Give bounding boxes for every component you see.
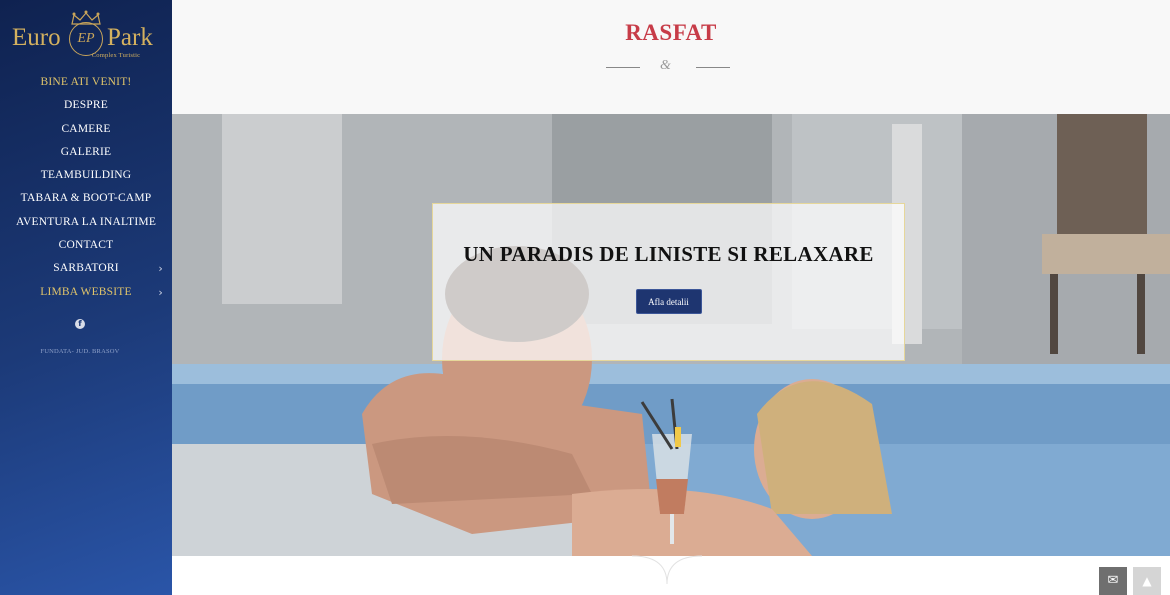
- nav-item-label: CAMERE: [61, 122, 111, 135]
- nav-item-teambuilding[interactable]: TEAMBUILDING: [0, 164, 172, 187]
- nav-item-label: DESPRE: [63, 99, 109, 112]
- nav-item-label: SARBATORI: [53, 262, 119, 275]
- logo-word-euro: Euro: [12, 24, 61, 51]
- chevron-up-icon[interactable]: ▲: [1133, 567, 1161, 595]
- logo-word-park: Park: [107, 24, 153, 51]
- nav-item-label: LIMBA WEBSITE: [40, 285, 132, 298]
- hero-banner: UN PARADIS DE LINISTE SI RELAXARE Afla d…: [172, 114, 1170, 556]
- nav-item-label: AVENTURA LA INALTIME: [15, 215, 157, 228]
- logo-tagline: Complex Turistic: [91, 52, 141, 59]
- nav-item-aventura-la-inaltime[interactable]: AVENTURA LA INALTIME: [0, 211, 172, 234]
- afla-detalii-button[interactable]: Afla detalii: [635, 289, 702, 314]
- nav-item-label: BINE ATI VENIT!: [40, 76, 132, 88]
- hero-heading: UN PARADIS DE LINISTE SI RELAXARE: [463, 242, 874, 266]
- divider-left: [606, 67, 640, 68]
- nav-item-sarbatori[interactable]: SARBATORI ›: [0, 257, 172, 280]
- main-nav: BINE ATI VENIT! DESPRE CAMERE GALERIE TE…: [0, 71, 172, 304]
- chevron-right-icon: ›: [158, 285, 163, 299]
- nav-item-contact[interactable]: CONTACT: [0, 234, 172, 257]
- nav-item-label: TABARA & BOOT-CAMP: [20, 192, 152, 205]
- section-header: RASFAT &: [172, 0, 1170, 114]
- address: FUNDATA- JUD. BRASOV: [40, 348, 120, 355]
- page-title: RASFAT: [625, 20, 717, 45]
- nav-item-tabara-boot-camp[interactable]: TABARA & BOOT-CAMP: [0, 187, 172, 210]
- sidebar: Euro EP Park Complex Turistic BINE ATI V…: [0, 0, 172, 595]
- nav-item-label: TEAMBUILDING: [40, 169, 132, 182]
- logo[interactable]: Euro EP Park Complex Turistic: [0, 8, 172, 63]
- content-start: [172, 555, 1170, 595]
- chevron-right-icon: ›: [158, 262, 163, 276]
- logo-monogram: EP: [69, 22, 103, 56]
- nav-item-camere[interactable]: CAMERE: [0, 118, 172, 141]
- divider-right: [696, 67, 730, 68]
- section-notch-divider: [632, 555, 702, 585]
- nav-item-bine-ati-venit[interactable]: BINE ATI VENIT!: [0, 71, 172, 94]
- nav-item-label: CONTACT: [58, 239, 114, 252]
- nav-item-galerie[interactable]: GALERIE: [0, 141, 172, 164]
- nav-item-limba-website[interactable]: LIMBA WEBSITE ›: [0, 281, 172, 304]
- facebook-icon[interactable]: f: [75, 319, 85, 329]
- hero-caption-box: UN PARADIS DE LINISTE SI RELAXARE Afla d…: [432, 203, 905, 361]
- envelope-icon[interactable]: ✉: [1099, 567, 1127, 595]
- ampersand-ornament: &: [660, 58, 671, 73]
- nav-item-despre[interactable]: DESPRE: [0, 94, 172, 117]
- nav-item-label: GALERIE: [60, 145, 112, 158]
